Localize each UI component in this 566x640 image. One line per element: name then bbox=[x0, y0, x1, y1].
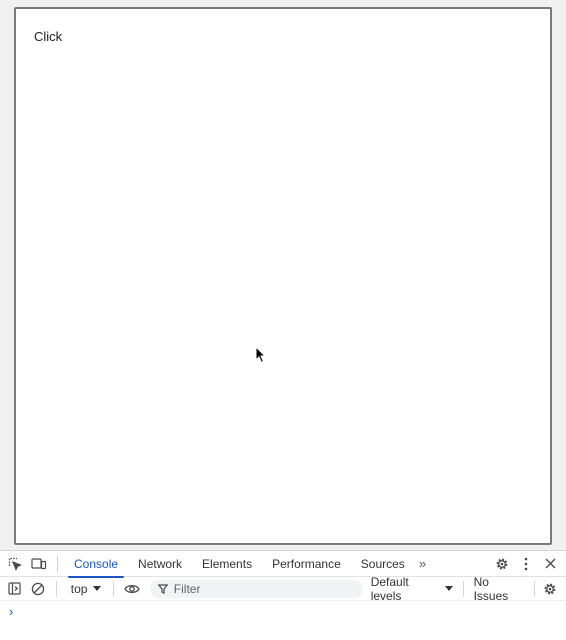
sidebar-toggle-icon[interactable] bbox=[3, 577, 26, 601]
tab-elements[interactable]: Elements bbox=[192, 551, 262, 577]
divider bbox=[533, 580, 535, 597]
divider bbox=[113, 580, 115, 597]
filter-input[interactable]: Filter bbox=[149, 579, 363, 598]
inspect-element-icon[interactable] bbox=[3, 552, 27, 576]
console-output[interactable]: › bbox=[0, 601, 566, 639]
tab-console[interactable]: Console bbox=[64, 551, 128, 578]
devtools-panel: Console Network Elements Performance Sou… bbox=[0, 550, 566, 640]
tab-label: Network bbox=[138, 556, 183, 571]
context-value: top bbox=[70, 581, 88, 596]
caret-down-icon bbox=[93, 586, 102, 591]
log-levels-dropdown[interactable]: Default levels bbox=[363, 575, 463, 603]
tab-performance[interactable]: Performance bbox=[262, 551, 351, 577]
context-selector[interactable]: top bbox=[63, 582, 108, 596]
divider bbox=[55, 580, 57, 597]
issues-counter[interactable]: No Issues bbox=[464, 575, 534, 603]
tab-label: Performance bbox=[272, 556, 341, 571]
click-button[interactable]: Click bbox=[34, 29, 62, 44]
kebab-menu-icon[interactable] bbox=[514, 552, 538, 576]
tab-network[interactable]: Network bbox=[128, 551, 192, 577]
clear-console-icon[interactable] bbox=[26, 577, 49, 601]
devtools-tabbar: Console Network Elements Performance Sou… bbox=[0, 551, 566, 578]
tab-sources[interactable]: Sources bbox=[351, 551, 415, 577]
tab-label: Console bbox=[74, 556, 119, 571]
close-icon[interactable] bbox=[538, 552, 562, 576]
page-frame: Click bbox=[14, 7, 552, 545]
filter-icon bbox=[157, 583, 168, 594]
caret-down-icon bbox=[444, 586, 453, 591]
console-toolbar: top Filter Default levels No Issues bbox=[0, 575, 566, 603]
more-tabs-button[interactable]: » bbox=[415, 556, 428, 571]
mouse-cursor-icon bbox=[255, 346, 267, 364]
browser-viewport: Click bbox=[0, 0, 566, 550]
eye-icon[interactable] bbox=[120, 577, 143, 601]
filter-placeholder: Filter bbox=[173, 581, 201, 596]
divider bbox=[57, 555, 58, 572]
console-settings-gear-icon[interactable] bbox=[539, 577, 562, 601]
tab-label: Elements bbox=[202, 556, 253, 571]
console-prompt: › bbox=[9, 604, 14, 619]
gear-icon[interactable] bbox=[490, 552, 514, 576]
device-toolbar-icon[interactable] bbox=[27, 552, 51, 576]
tab-label: Sources bbox=[360, 556, 405, 571]
levels-label: Default levels bbox=[370, 574, 409, 603]
